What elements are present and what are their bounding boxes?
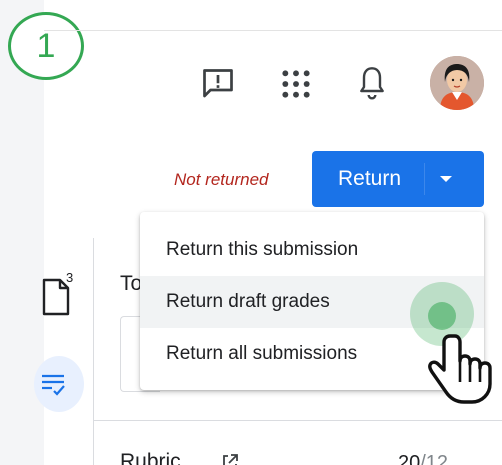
topbar-divider bbox=[44, 30, 502, 31]
user-avatar[interactable] bbox=[430, 56, 484, 110]
apps-grid-icon[interactable] bbox=[280, 68, 312, 100]
rubric-list-icon[interactable] bbox=[40, 372, 66, 398]
return-button-separator bbox=[424, 163, 425, 195]
total-grade-label: To bbox=[120, 272, 143, 295]
return-button-label: Return bbox=[338, 167, 402, 190]
hand-cursor-icon bbox=[428, 334, 492, 404]
rubric-score-value: 20 bbox=[398, 452, 421, 465]
rubric-score: 20/12 bbox=[398, 452, 448, 465]
open-external-icon[interactable] bbox=[220, 452, 240, 465]
caret-down-icon[interactable] bbox=[436, 171, 456, 187]
menu-item-return-this-submission[interactable]: Return this submission bbox=[140, 224, 484, 276]
return-button[interactable]: Return bbox=[312, 151, 484, 207]
rubric-score-max: /12 bbox=[420, 452, 449, 465]
step-badge: 1 bbox=[8, 12, 84, 80]
section-divider bbox=[94, 420, 502, 421]
status-not-returned: Not returned bbox=[174, 170, 269, 189]
document-count: 3 bbox=[66, 270, 74, 285]
feedback-icon[interactable] bbox=[200, 66, 236, 102]
bell-icon[interactable] bbox=[356, 64, 388, 102]
click-indicator-dot bbox=[428, 302, 456, 330]
step-number: 1 bbox=[36, 26, 56, 65]
rubric-label: Rubric bbox=[120, 450, 181, 465]
